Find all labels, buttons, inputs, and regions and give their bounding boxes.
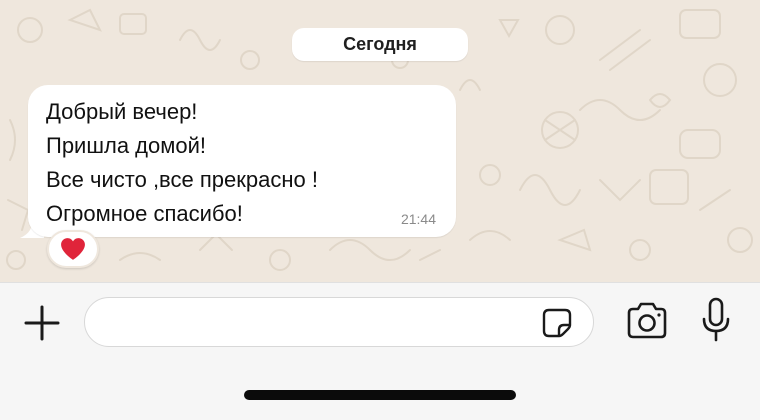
plus-icon <box>24 305 60 341</box>
microphone-icon <box>702 297 730 342</box>
microphone-button[interactable] <box>700 297 732 343</box>
message-text: Добрый вечер! Пришла домой! Все чисто ,в… <box>46 95 318 231</box>
home-indicator[interactable] <box>244 390 516 400</box>
message-line: Огромное спасибо! <box>46 201 243 226</box>
incoming-message-bubble[interactable]: Добрый вечер! Пришла домой! Все чисто ,в… <box>28 85 456 237</box>
message-line: Пришла домой! <box>46 133 207 158</box>
date-separator: Сегодня <box>292 28 468 61</box>
sticker-icon <box>542 308 572 338</box>
chat-area[interactable]: Сегодня Добрый вечер! Пришла домой! Все … <box>0 0 760 282</box>
message-input-box[interactable] <box>84 297 594 347</box>
message-line: Добрый вечер! <box>46 99 198 124</box>
attach-button[interactable] <box>22 303 62 343</box>
sticker-button[interactable] <box>541 307 573 339</box>
reaction-badge[interactable] <box>47 230 99 268</box>
message-timestamp: 21:44 <box>400 211 436 227</box>
message-line: Все чисто ,все прекрасно ! <box>46 167 318 192</box>
heart-icon <box>61 238 85 260</box>
date-label: Сегодня <box>343 34 417 54</box>
message-input[interactable] <box>103 308 523 338</box>
camera-icon <box>627 302 667 339</box>
composer-bar <box>0 282 760 420</box>
camera-button[interactable] <box>625 301 669 341</box>
